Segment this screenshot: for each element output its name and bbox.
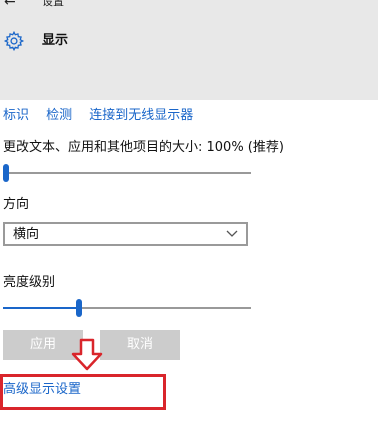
brightness-slider[interactable]: [3, 299, 251, 317]
advanced-display-settings-link[interactable]: 高级显示设置: [3, 381, 81, 399]
down-arrow-icon: [71, 338, 103, 371]
window-title: 设置: [42, 0, 64, 8]
identify-link[interactable]: 标识: [3, 108, 29, 123]
brightness-slider-thumb[interactable]: [76, 299, 82, 317]
scale-slider-thumb[interactable]: [3, 164, 9, 182]
scale-label: 更改文本、应用和其他项目的大小: 100% (推荐): [3, 140, 284, 155]
header-bar: ← 设置 显示: [0, 0, 378, 100]
orientation-label: 方向: [3, 197, 30, 212]
orientation-selected-value: 横向: [13, 227, 40, 242]
connect-wireless-display-link[interactable]: 连接到无线显示器: [89, 108, 193, 123]
gear-icon: [3, 30, 25, 52]
detect-link[interactable]: 检测: [46, 108, 72, 123]
back-arrow-icon[interactable]: ←: [4, 0, 16, 10]
brightness-label: 亮度级别: [3, 275, 56, 290]
brightness-slider-fill: [3, 307, 79, 309]
display-links: 标识 检测 连接到无线显示器: [3, 104, 205, 123]
cancel-button[interactable]: 取消: [100, 330, 180, 360]
page-title: 显示: [42, 33, 69, 48]
orientation-select[interactable]: 横向: [3, 222, 248, 246]
scale-slider[interactable]: [3, 164, 251, 182]
chevron-down-icon: [226, 230, 238, 237]
